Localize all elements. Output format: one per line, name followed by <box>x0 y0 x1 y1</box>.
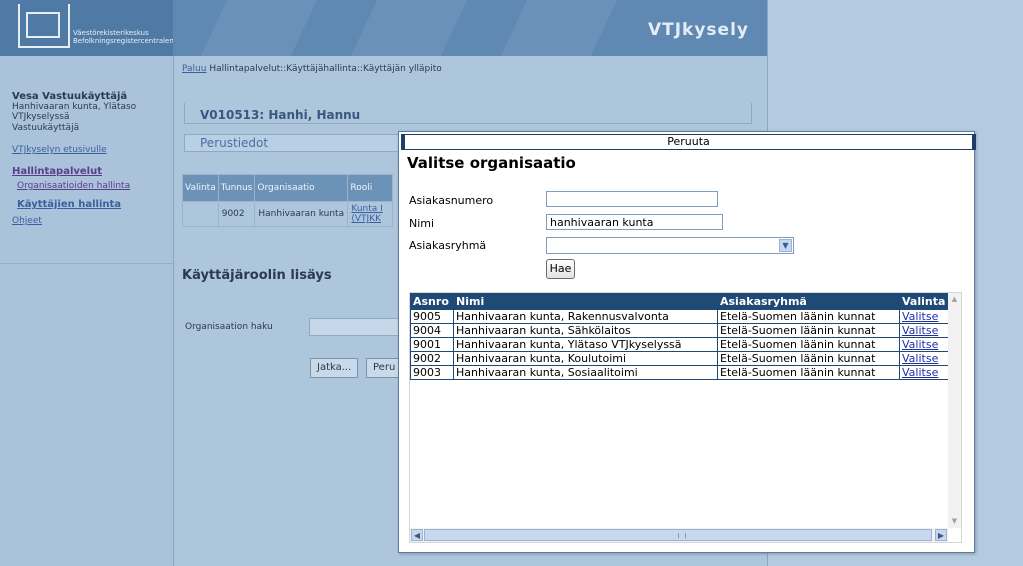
sidebar-user-line: Vastuukäyttäjä <box>12 123 80 133</box>
cancel-button[interactable]: Peru <box>366 358 403 378</box>
horizontal-scrollbar[interactable]: ◀ ▶ <box>410 528 948 542</box>
table-row: 9004 Hanhivaaran kunta, Sähkölaitos Etel… <box>410 323 949 338</box>
column-header-asnro: Asnro <box>410 293 454 310</box>
org-search-input[interactable] <box>309 318 401 336</box>
sidebar-user-name: Vesa Vastuukäyttäjä <box>12 91 128 102</box>
row-select-cell: Valitse <box>899 351 949 366</box>
search-button[interactable]: Hae <box>546 259 575 279</box>
sidebar-divider <box>0 263 173 264</box>
sidebar-item-home[interactable]: VTJkyselyn etusivulle <box>12 145 107 155</box>
table-row: 9005 Hanhivaaran kunta, Rakennusvalvonta… <box>410 309 949 324</box>
column-header: Organisaatio <box>254 174 349 202</box>
row-name: Hanhivaaran kunta, Koulutoimi <box>453 351 718 366</box>
chevron-down-icon[interactable]: ▼ <box>779 239 792 252</box>
sidebar-item-org-management[interactable]: Organisaatioiden hallinta <box>17 181 130 191</box>
breadcrumb: Paluu Hallintapalvelut::Käyttäjähallinta… <box>182 64 442 74</box>
brand-title: VTJkysely <box>647 20 749 40</box>
row-asnro: 9005 <box>410 309 454 324</box>
table-cell: 9002 <box>217 201 256 227</box>
sidebar-user-line: VTJkyselyssä <box>12 112 70 122</box>
row-group: Etelä-Suomen läänin kunnat <box>717 351 900 366</box>
row-asnro: 9003 <box>410 365 454 380</box>
row-group: Etelä-Suomen läänin kunnat <box>717 337 900 352</box>
row-select-cell: Valitse <box>899 323 949 338</box>
logo-text: Väestörekisterikeskus Befolkningsregiste… <box>73 29 173 45</box>
vrk-logo-icon <box>18 4 70 48</box>
scrollbar-thumb[interactable] <box>424 529 932 541</box>
continue-button[interactable]: Jatka... <box>310 358 359 378</box>
grip-icon <box>678 533 686 538</box>
banner-decoration <box>335 0 481 56</box>
scroll-right-icon[interactable]: ▶ <box>935 529 947 541</box>
dialog-title: Valitse organisaatio <box>407 154 576 172</box>
select-link[interactable]: Valitse <box>902 338 938 351</box>
banner-decoration <box>185 0 331 56</box>
row-name: Hanhivaaran kunta, Rakennusvalvonta <box>453 309 718 324</box>
column-header: Tunnus <box>217 174 256 202</box>
table-cell <box>182 201 219 227</box>
user-roles-table: Valinta Tunnus Organisaatio Rooli 9002 H… <box>182 174 394 227</box>
name-input[interactable]: hanhivaaran kunta <box>546 214 723 230</box>
dialog-cancel-button[interactable]: Peruuta <box>401 134 976 150</box>
column-header-select: Valinta <box>899 293 949 310</box>
results-table: Asnro Nimi Asiakasryhmä Valinta 9005 Han… <box>410 293 949 380</box>
breadcrumb-back-link[interactable]: Paluu <box>182 64 206 74</box>
sidebar-item-user-management[interactable]: Käyttäjien hallinta <box>17 199 121 210</box>
customer-number-label: Asiakasnumero <box>409 194 494 207</box>
scroll-up-icon[interactable]: ▲ <box>949 294 960 305</box>
row-group: Etelä-Suomen läänin kunnat <box>717 309 900 324</box>
row-select-cell: Valitse <box>899 337 949 352</box>
column-header: Rooli <box>347 174 394 202</box>
scroll-left-icon[interactable]: ◀ <box>411 529 423 541</box>
sidebar-item-admin-services[interactable]: Hallintapalvelut <box>12 166 102 177</box>
customer-number-input[interactable] <box>546 191 718 207</box>
customer-group-select[interactable]: ▼ <box>546 237 794 254</box>
select-link[interactable]: Valitse <box>902 352 938 365</box>
user-title: V010513: Hanhi, Hannu <box>200 108 361 122</box>
table-cell: Kunta I (VTJKK <box>347 201 394 227</box>
column-header-nimi: Nimi <box>453 293 718 310</box>
sidebar: Vesa Vastuukäyttäjä Hanhivaaran kunta, Y… <box>0 56 174 566</box>
table-row: 9003 Hanhivaaran kunta, Sosiaalitoimi Et… <box>410 365 949 380</box>
select-link[interactable]: Valitse <box>902 366 938 379</box>
org-search-label: Organisaation haku <box>185 322 273 332</box>
sidebar-user-line: Hanhivaaran kunta, Ylätaso <box>12 102 137 112</box>
select-link[interactable]: Valitse <box>902 324 938 337</box>
table-row: 9002 Hanhivaaran kunta, Koulutoimi Etelä… <box>410 351 949 366</box>
table-row: 9001 Hanhivaaran kunta, Ylätaso VTJkysel… <box>410 337 949 352</box>
results-panel: Asnro Nimi Asiakasryhmä Valinta 9005 Han… <box>409 292 962 543</box>
row-asnro: 9004 <box>410 323 454 338</box>
banner-decoration <box>485 0 631 56</box>
table-row: 9002 Hanhivaaran kunta Kunta I (VTJKK <box>182 201 394 227</box>
select-link[interactable]: Valitse <box>902 310 938 323</box>
customer-group-label: Asiakasryhmä <box>409 239 487 252</box>
section-title: Käyttäjäroolin lisäys <box>182 268 332 283</box>
select-organization-dialog: Peruuta Valitse organisaatio Asiakasnume… <box>398 131 976 553</box>
table-cell: Hanhivaaran kunta <box>254 201 349 227</box>
vertical-scrollbar[interactable]: ▲ ▼ <box>948 293 961 528</box>
role-link[interactable]: Kunta I (VTJKK <box>351 204 382 224</box>
sidebar-item-help[interactable]: Ohjeet <box>12 216 42 226</box>
row-select-cell: Valitse <box>899 365 949 380</box>
header-banner: VTJkysely <box>173 0 767 56</box>
scroll-down-icon[interactable]: ▼ <box>949 516 960 527</box>
row-name: Hanhivaaran kunta, Ylätaso VTJkyselyssä <box>453 337 718 352</box>
name-label: Nimi <box>409 217 435 230</box>
column-header-group: Asiakasryhmä <box>717 293 900 310</box>
column-header: Valinta <box>182 174 219 202</box>
row-asnro: 9002 <box>410 351 454 366</box>
row-name: Hanhivaaran kunta, Sosiaalitoimi <box>453 365 718 380</box>
row-group: Etelä-Suomen läänin kunnat <box>717 323 900 338</box>
breadcrumb-path: Hallintapalvelut::Käyttäjähallinta::Käyt… <box>209 64 442 74</box>
header-logo-area: Väestörekisterikeskus Befolkningsregiste… <box>0 0 173 56</box>
tab-basic-info[interactable]: Perustiedot <box>184 134 399 152</box>
row-group: Etelä-Suomen läänin kunnat <box>717 365 900 380</box>
row-select-cell: Valitse <box>899 309 949 324</box>
row-name: Hanhivaaran kunta, Sähkölaitos <box>453 323 718 338</box>
row-asnro: 9001 <box>410 337 454 352</box>
